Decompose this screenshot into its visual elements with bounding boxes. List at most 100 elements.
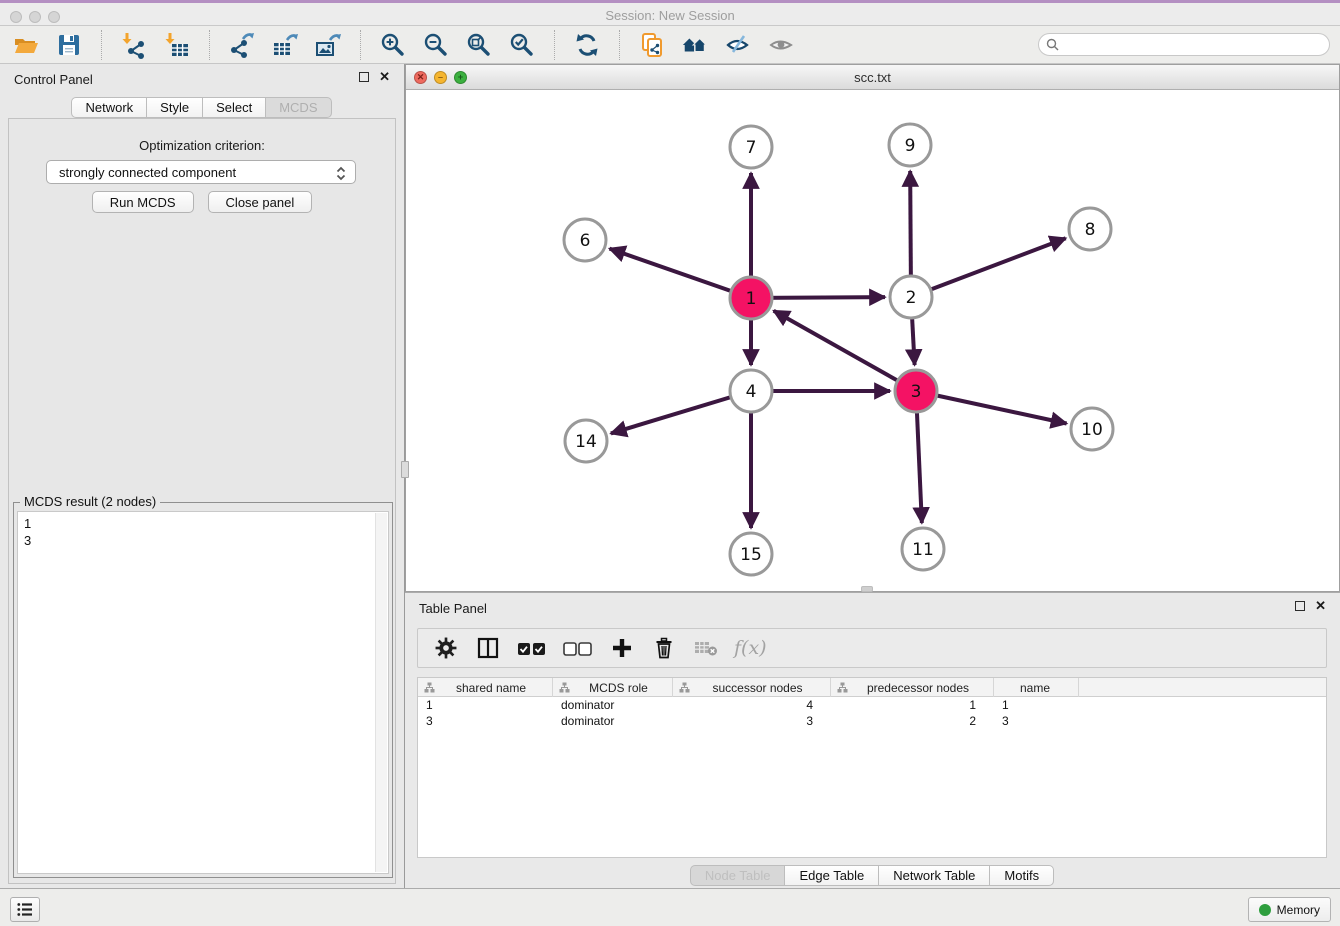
add-button[interactable] — [608, 634, 636, 662]
table-cell[interactable]: 2 — [831, 713, 994, 729]
mcds-result-list[interactable]: 1 3 — [17, 511, 389, 874]
copy-network-button[interactable] — [638, 31, 666, 59]
table-cell[interactable]: 3 — [994, 713, 1079, 729]
table-row[interactable]: 3dominator323 — [418, 713, 1326, 729]
export-table-button[interactable] — [271, 31, 299, 59]
column-header-shared-name[interactable]: shared name — [418, 678, 553, 697]
result-node: 1 — [18, 512, 388, 532]
graph-node-label: 2 — [906, 288, 917, 308]
split-columns-button[interactable] — [474, 634, 502, 662]
result-scrollbar[interactable] — [375, 513, 387, 872]
table-cell[interactable]: 1 — [994, 697, 1079, 713]
graph-node-label: 11 — [912, 540, 934, 560]
app-title: Session: New Session — [0, 8, 1340, 23]
trash-icon — [653, 637, 675, 659]
tab-style[interactable]: Style — [146, 97, 203, 118]
table-cell[interactable]: dominator — [553, 713, 673, 729]
table-cell[interactable]: 3 — [418, 713, 553, 729]
criterion-select[interactable]: strongly connected component — [46, 160, 356, 184]
column-header-predecessor-nodes[interactable]: predecessor nodes — [831, 678, 994, 697]
graph-node-label: 7 — [746, 138, 757, 158]
search-input[interactable] — [1038, 33, 1330, 56]
network-canvas[interactable]: 1234678910111415 — [406, 90, 1339, 591]
tab-network[interactable]: Network — [71, 97, 147, 118]
zoom-selected-button[interactable] — [508, 31, 536, 59]
column-header-MCDS-role[interactable]: MCDS role — [553, 678, 673, 697]
table-cell[interactable]: 3 — [673, 713, 831, 729]
zoom-in-button[interactable] — [379, 31, 407, 59]
table-cell[interactable]: 1 — [418, 697, 553, 713]
search-icon — [1046, 38, 1059, 51]
network-window: ✕ – + scc.txt 1234678910111415 — [405, 64, 1340, 592]
hide-eye-button[interactable] — [724, 31, 752, 59]
deselect-all-button[interactable] — [562, 634, 594, 662]
home-icon — [681, 31, 709, 59]
eye-icon — [767, 31, 795, 59]
tab-motifs[interactable]: Motifs — [989, 865, 1054, 886]
graph-node-label: 6 — [580, 231, 591, 251]
close-table-panel-button[interactable]: ✕ — [1315, 600, 1326, 612]
table-settings-button[interactable] — [432, 634, 460, 662]
graph-edge-3-1[interactable] — [774, 311, 916, 391]
refresh-button[interactable] — [573, 31, 601, 59]
float-panel-button[interactable] — [359, 72, 369, 82]
table-panel-title: Table Panel — [419, 601, 487, 616]
import-table-button[interactable] — [163, 31, 191, 59]
tab-network-table[interactable]: Network Table — [878, 865, 990, 886]
column-header-successor-nodes[interactable]: successor nodes — [673, 678, 831, 697]
table-toolbar: f(x) — [417, 628, 1327, 668]
close-panel-button-2[interactable]: Close panel — [208, 191, 313, 213]
import-network-button[interactable] — [120, 31, 148, 59]
control-panel-tabs: Network Style Select MCDS — [0, 97, 404, 118]
show-eye-button[interactable] — [767, 31, 795, 59]
plus-icon — [611, 637, 633, 659]
edge-label-mark — [918, 467, 921, 473]
zoom-fit-button[interactable] — [465, 31, 493, 59]
graph-edge-3-10[interactable] — [916, 391, 1067, 424]
network-window-titlebar: ✕ – + scc.txt — [406, 65, 1339, 90]
open-session-button[interactable] — [12, 31, 40, 59]
mcds-panel: Optimization criterion: strongly connect… — [8, 118, 396, 884]
tab-edge-table[interactable]: Edge Table — [784, 865, 879, 886]
table-row[interactable]: 1dominator411 — [418, 697, 1326, 713]
select-all-icon — [517, 641, 547, 656]
import-table-icon — [163, 31, 191, 59]
network-window-title: scc.txt — [406, 70, 1339, 85]
run-mcds-button[interactable]: Run MCDS — [92, 191, 194, 213]
export-network-button[interactable] — [228, 31, 256, 59]
zoom-out-button[interactable] — [422, 31, 450, 59]
tab-select[interactable]: Select — [202, 97, 266, 118]
function-builder-button[interactable]: f(x) — [734, 637, 767, 659]
optimization-criterion-label: Optimization criterion: — [9, 138, 395, 153]
edge-label-mark — [750, 220, 752, 226]
float-table-panel-button[interactable] — [1295, 601, 1305, 611]
zoom-selected-icon — [508, 31, 536, 59]
delete-table-button[interactable] — [692, 634, 720, 662]
copy-share-icon — [638, 31, 666, 59]
memory-button[interactable]: Memory — [1248, 897, 1331, 922]
column-header-icon — [679, 682, 690, 693]
table-cell[interactable]: 4 — [673, 697, 831, 713]
table-cell[interactable]: 1 — [831, 697, 994, 713]
export-image-button[interactable] — [314, 31, 342, 59]
task-history-button[interactable] — [10, 897, 40, 922]
close-panel-button[interactable]: ✕ — [379, 71, 390, 83]
app-titlebar: Session: New Session — [0, 0, 1340, 26]
select-all-button[interactable] — [516, 634, 548, 662]
panel-divider-grip[interactable] — [401, 461, 409, 478]
table-header-row: shared nameMCDS rolesuccessor nodesprede… — [418, 678, 1326, 697]
tab-mcds[interactable]: MCDS — [265, 97, 331, 118]
table-cell[interactable]: dominator — [553, 697, 673, 713]
control-panel: Control Panel ✕ Network Style Select MCD… — [0, 64, 405, 888]
save-session-button[interactable] — [55, 31, 83, 59]
column-header-name[interactable]: name — [994, 678, 1079, 697]
gear-icon — [435, 637, 457, 659]
node-table: shared nameMCDS rolesuccessor nodesprede… — [417, 677, 1327, 858]
eye-slash-icon — [724, 31, 752, 59]
refresh-icon — [573, 31, 601, 59]
graph-edge-2-8[interactable] — [911, 238, 1066, 297]
tab-node-table[interactable]: Node Table — [690, 865, 786, 886]
home-overview-button[interactable] — [681, 31, 709, 59]
graph-node-label: 1 — [746, 289, 757, 309]
delete-button[interactable] — [650, 634, 678, 662]
